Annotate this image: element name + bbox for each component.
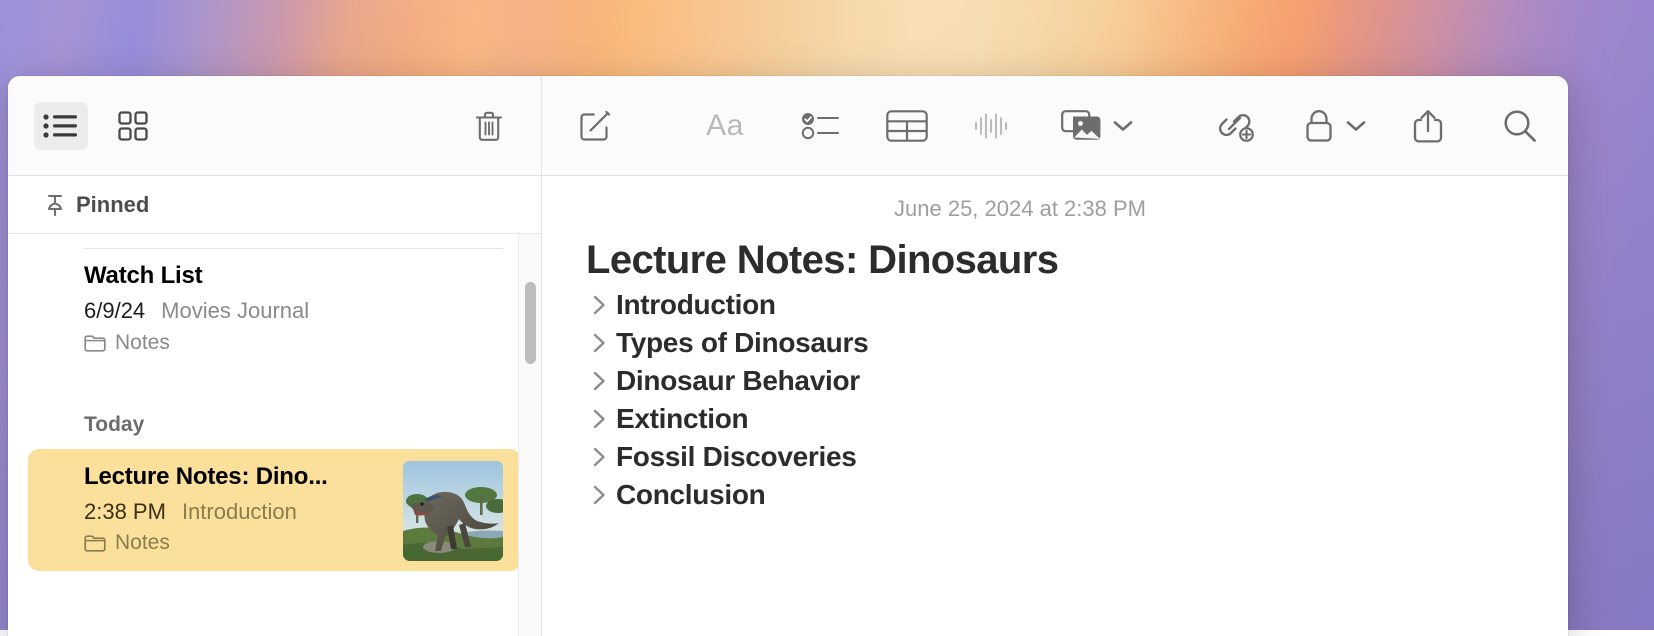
list-view-button[interactable] [34,101,88,150]
media-chevron-down-icon [1113,120,1133,132]
lock-note-button[interactable] [1299,103,1366,149]
notes-window: Aa Pinned Watch List 6/9/24 Movies Journ… [8,76,1568,636]
folder-icon [84,334,106,352]
add-link-button[interactable] [1209,103,1263,149]
heading-label: Conclusion [616,479,766,510]
media-button[interactable] [1058,103,1133,149]
note-headings-list: Introduction Types of Dinosaurs Dinosaur… [586,286,1508,514]
heading-row[interactable]: Dinosaur Behavior [586,362,1508,400]
chevron-right-icon[interactable] [586,371,612,391]
note-snippet: Introduction [181,498,297,524]
note-content[interactable]: June 25, 2024 at 2:38 PM Lecture Notes: … [542,176,1568,514]
delete-note-button[interactable] [466,103,512,149]
note-date: 2:38 PM [84,498,166,524]
group-header-today: Today [84,412,145,436]
heading-row[interactable]: Types of Dinosaurs [586,324,1508,362]
note-title: Watch List [84,262,203,289]
chevron-right-icon[interactable] [586,485,612,505]
new-note-button[interactable] [572,103,618,149]
note-date: 6/9/24 [84,298,146,323]
chevron-right-icon[interactable] [586,447,612,467]
heading-label: Introduction [616,289,776,320]
audio-recording-button[interactable] [964,103,1018,149]
list-view-icon [43,113,77,138]
note-folder-label: Notes [115,531,170,555]
chevron-right-icon[interactable] [586,295,612,315]
checklist-icon [801,112,840,139]
gallery-view-button[interactable] [106,102,160,150]
folder-icon [84,534,106,552]
note-folder-label: Notes [115,330,170,354]
pinned-section-header: Pinned [8,176,541,234]
note-document-title: Lecture Notes: Dinosaurs [586,238,1059,282]
photos-icon [1061,109,1101,140]
list-item[interactable]: Watch List 6/9/24 Movies Journal Notes [28,248,521,371]
heading-label: Fossil Discoveries [616,441,857,472]
heading-row[interactable]: Extinction [586,400,1508,438]
note-detail-pane: June 25, 2024 at 2:38 PM Lecture Notes: … [542,176,1568,636]
heading-row[interactable]: Fossil Discoveries [586,438,1508,476]
search-button[interactable] [1494,103,1546,149]
pin-icon [45,194,65,216]
lock-icon [1306,109,1332,142]
heading-label: Types of Dinosaurs [616,327,869,358]
heading-label: Dinosaur Behavior [616,365,860,396]
toolbar: Aa [8,76,1568,176]
row-divider [84,248,503,249]
heading-label: Extinction [616,403,749,434]
checklist-button[interactable] [794,103,848,149]
compose-icon [580,110,611,141]
window-body: Pinned Watch List 6/9/24 Movies Journal [8,176,1568,636]
chevron-right-icon[interactable] [586,409,612,429]
table-icon [886,109,928,142]
list-item[interactable]: Lecture Notes: Dino... 2:38 PM Introduct… [28,448,521,572]
note-list-scrollbar-thumb[interactable] [525,282,536,364]
search-icon [1504,109,1536,142]
note-folder: Notes [84,331,503,355]
lock-icon-wrap [1299,103,1339,149]
toolbar-right-section: Aa [542,76,1568,175]
pinned-label: Pinned [76,191,150,217]
note-thumbnail [403,460,503,561]
table-button[interactable] [880,103,934,149]
audio-waveform-icon [974,112,1008,139]
media-icon-wrap [1058,103,1106,149]
toolbar-left-section [8,76,542,175]
note-list-scrollbar[interactable] [518,234,541,636]
trash-icon [475,111,503,141]
share-icon [1413,109,1443,143]
note-meta: 6/9/24 Movies Journal [84,297,503,326]
heading-row[interactable]: Conclusion [586,476,1508,514]
share-button[interactable] [1402,103,1454,149]
note-list-scroll-area: Watch List 6/9/24 Movies Journal Notes T… [8,234,541,636]
heading-row[interactable]: Introduction [586,286,1508,324]
note-snippet: Movies Journal [161,298,310,323]
chevron-right-icon[interactable] [586,333,612,353]
lock-chevron-down-icon [1346,120,1366,132]
link-add-icon [1218,113,1254,142]
format-button[interactable]: Aa [694,103,756,149]
note-timestamp: June 25, 2024 at 2:38 PM [894,196,1146,221]
gallery-view-icon [118,110,148,141]
dinosaur-thumbnail-image [403,460,503,561]
note-list-pane: Pinned Watch List 6/9/24 Movies Journal [8,176,542,636]
format-label: Aa [706,108,744,142]
